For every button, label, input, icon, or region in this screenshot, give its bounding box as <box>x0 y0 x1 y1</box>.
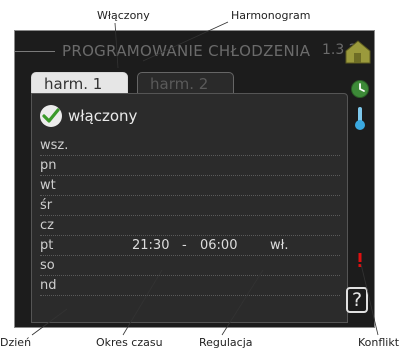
callout-schedule <box>142 21 229 62</box>
callout-period <box>122 269 163 336</box>
callout-enabled <box>114 22 119 69</box>
callout-lines <box>31 21 379 336</box>
callout-conflict <box>360 263 379 336</box>
callout-adjustment <box>221 269 264 336</box>
callout-day <box>31 308 68 336</box>
